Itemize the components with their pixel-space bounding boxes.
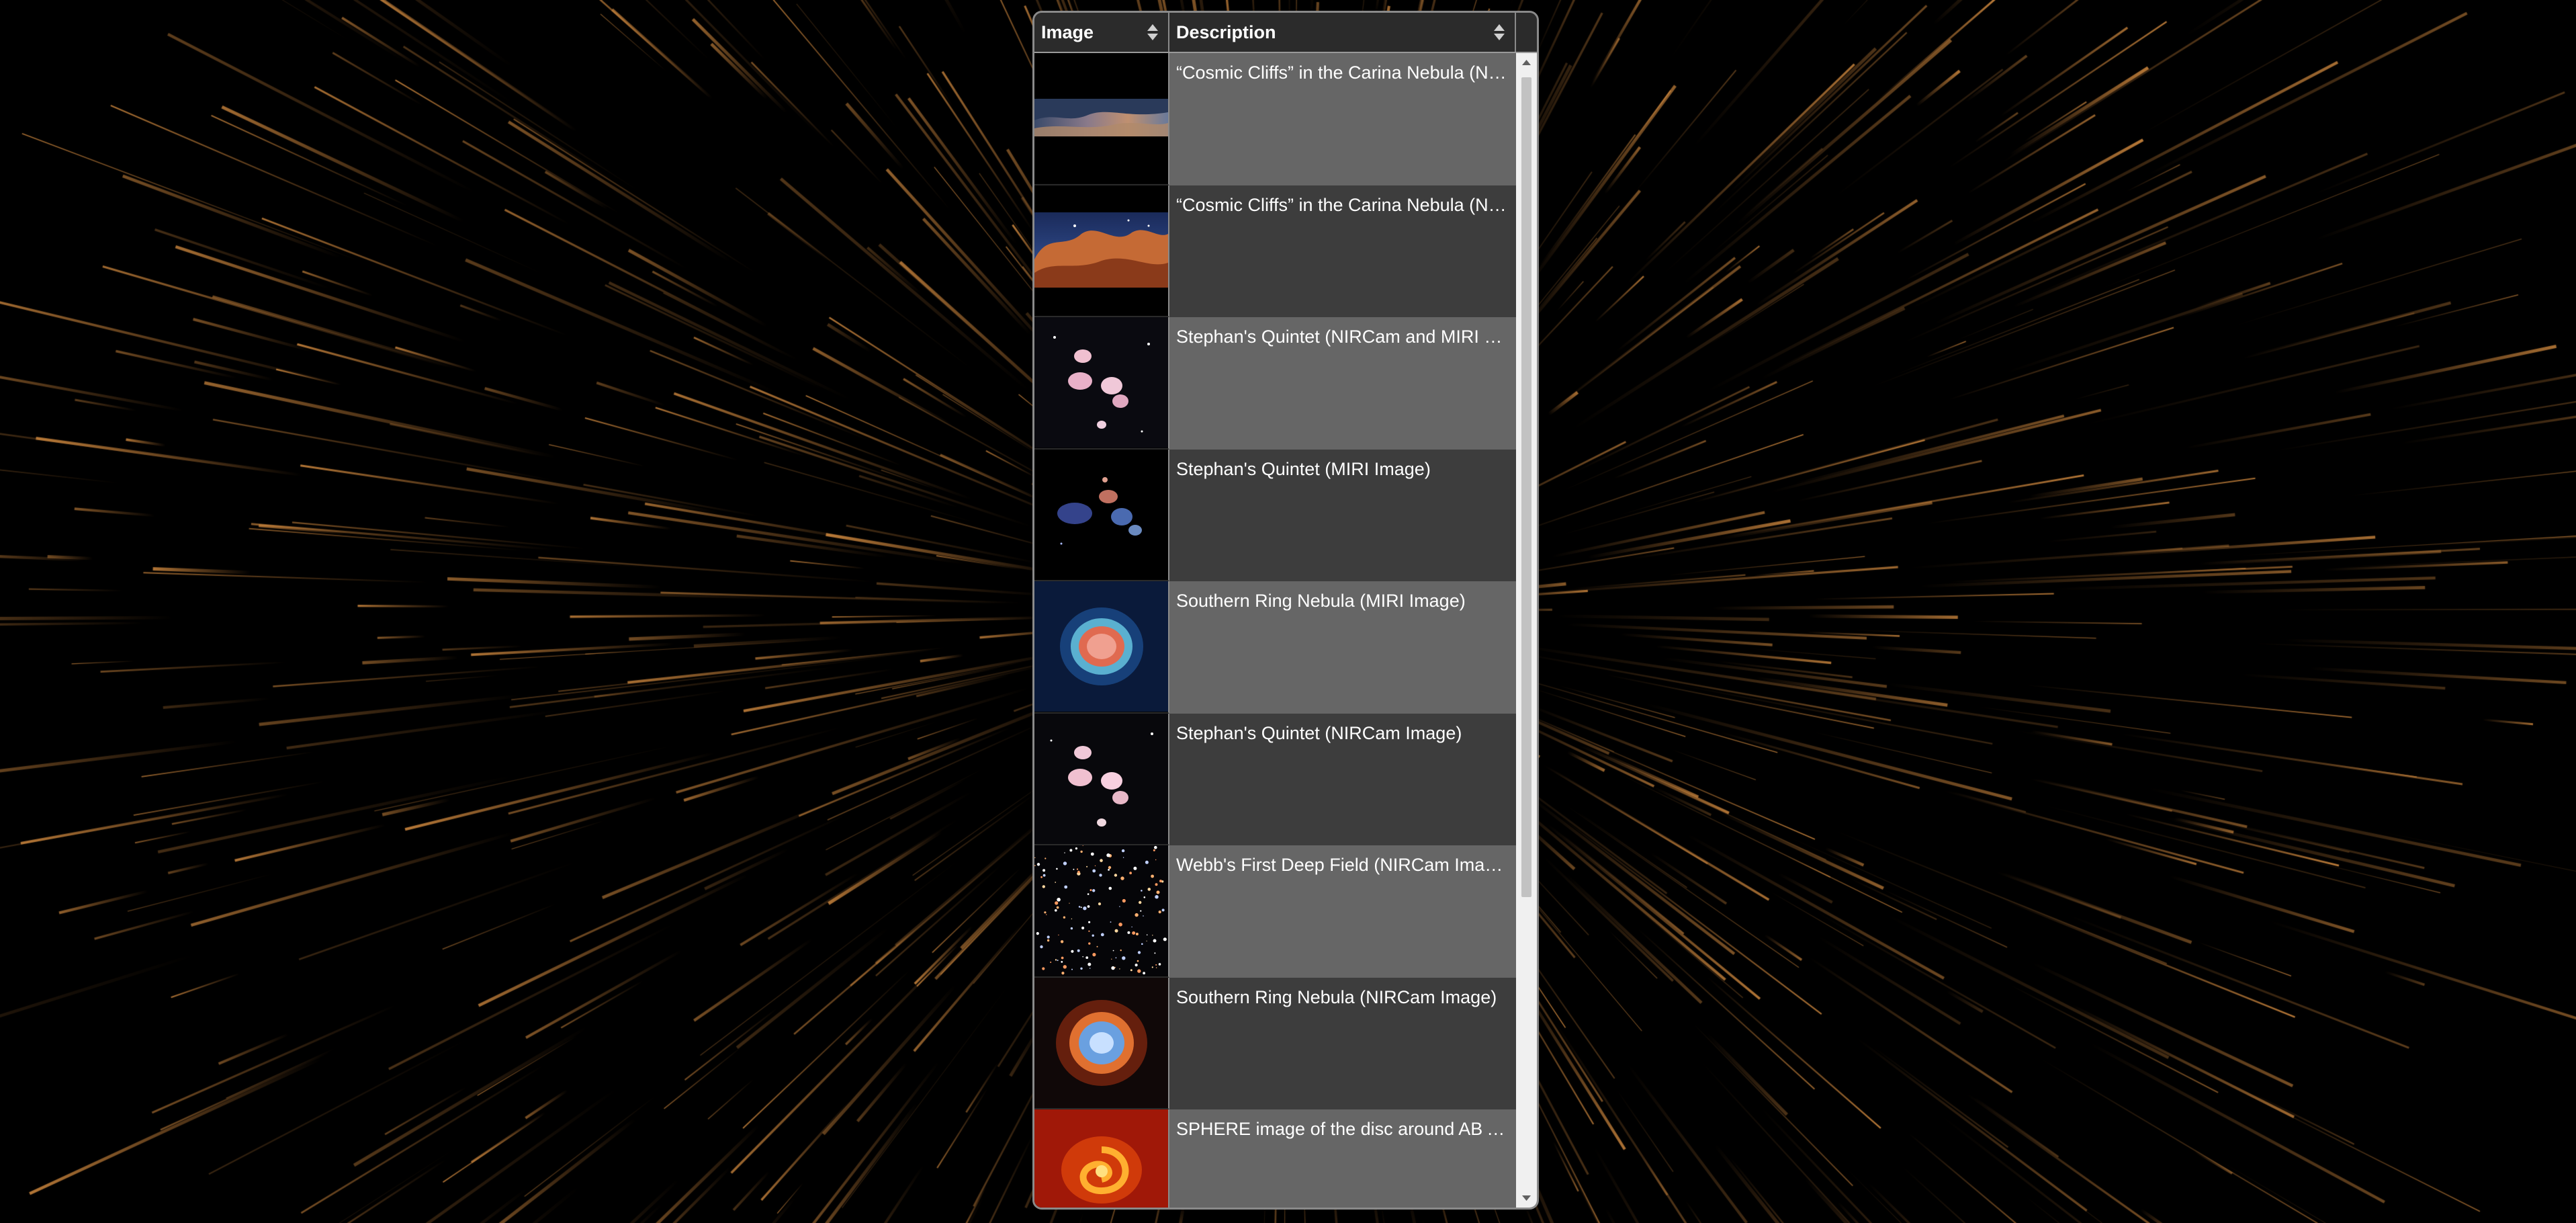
header-corner xyxy=(1516,13,1537,52)
row-description: Stephan's Quintet (NIRCam and MIRI Compo… xyxy=(1169,317,1516,450)
vertical-scrollbar[interactable] xyxy=(1516,53,1537,1208)
stephans-quintet-composite-thumbnail xyxy=(1034,317,1169,450)
cosmic-cliffs-thumbnail xyxy=(1034,185,1169,317)
row-description: Southern Ring Nebula (NIRCam Image) xyxy=(1169,977,1516,1109)
southern-ring-miri-thumbnail xyxy=(1034,581,1169,714)
row-description: Southern Ring Nebula (MIRI Image) xyxy=(1169,581,1516,714)
row-description: SPHERE image of the disc around AB Aurig… xyxy=(1169,1109,1516,1208)
table-row[interactable]: “Cosmic Cliffs” in the Carina Nebula (NI… xyxy=(1034,185,1516,317)
cosmic-cliffs-wide-thumbnail xyxy=(1034,53,1169,185)
southern-ring-nircam-thumbnail xyxy=(1034,977,1169,1109)
row-description: Stephan's Quintet (MIRI Image) xyxy=(1169,449,1516,581)
row-description: “Cosmic Cliffs” in the Carina Nebula (NI… xyxy=(1169,53,1516,185)
grid-header: Image Description xyxy=(1034,13,1537,53)
deep-field-thumbnail xyxy=(1034,845,1169,978)
row-description: Stephan's Quintet (NIRCam Image) xyxy=(1169,713,1516,845)
table-row[interactable]: Stephan's Quintet (NIRCam Image) xyxy=(1034,713,1516,845)
sphere-disc-thumbnail xyxy=(1034,1109,1169,1208)
scrollbar-thumb[interactable] xyxy=(1521,77,1531,897)
grid-rows: “Cosmic Cliffs” in the Carina Nebula (NI… xyxy=(1034,53,1516,1208)
stephans-quintet-miri-thumbnail xyxy=(1034,449,1169,581)
table-row[interactable]: “Cosmic Cliffs” in the Carina Nebula (NI… xyxy=(1034,53,1516,185)
column-header-description-label: Description xyxy=(1176,22,1276,42)
chevron-up-icon[interactable] xyxy=(1516,53,1537,73)
stephans-quintet-nircam-thumbnail xyxy=(1034,713,1169,845)
column-header-image[interactable]: Image xyxy=(1034,13,1169,52)
table-row[interactable]: Southern Ring Nebula (MIRI Image) xyxy=(1034,581,1516,714)
sort-arrows-icon[interactable] xyxy=(1493,24,1505,41)
data-grid: Image Description “Cosmic Cliffs” in the… xyxy=(1032,11,1539,1210)
table-row[interactable]: SPHERE image of the disc around AB Aurig… xyxy=(1034,1109,1516,1208)
column-header-description[interactable]: Description xyxy=(1169,13,1516,52)
row-description: Webb's First Deep Field (NIRCam Image) xyxy=(1169,845,1516,978)
row-description: “Cosmic Cliffs” in the Carina Nebula (NI… xyxy=(1169,185,1516,317)
chevron-down-icon[interactable] xyxy=(1516,1187,1537,1208)
table-row[interactable]: Stephan's Quintet (MIRI Image) xyxy=(1034,449,1516,581)
table-row[interactable]: Webb's First Deep Field (NIRCam Image) xyxy=(1034,845,1516,978)
table-row[interactable]: Stephan's Quintet (NIRCam and MIRI Compo… xyxy=(1034,317,1516,450)
table-row[interactable]: Southern Ring Nebula (NIRCam Image) xyxy=(1034,977,1516,1109)
sort-arrows-icon[interactable] xyxy=(1147,24,1159,41)
column-header-image-label: Image xyxy=(1041,22,1094,42)
